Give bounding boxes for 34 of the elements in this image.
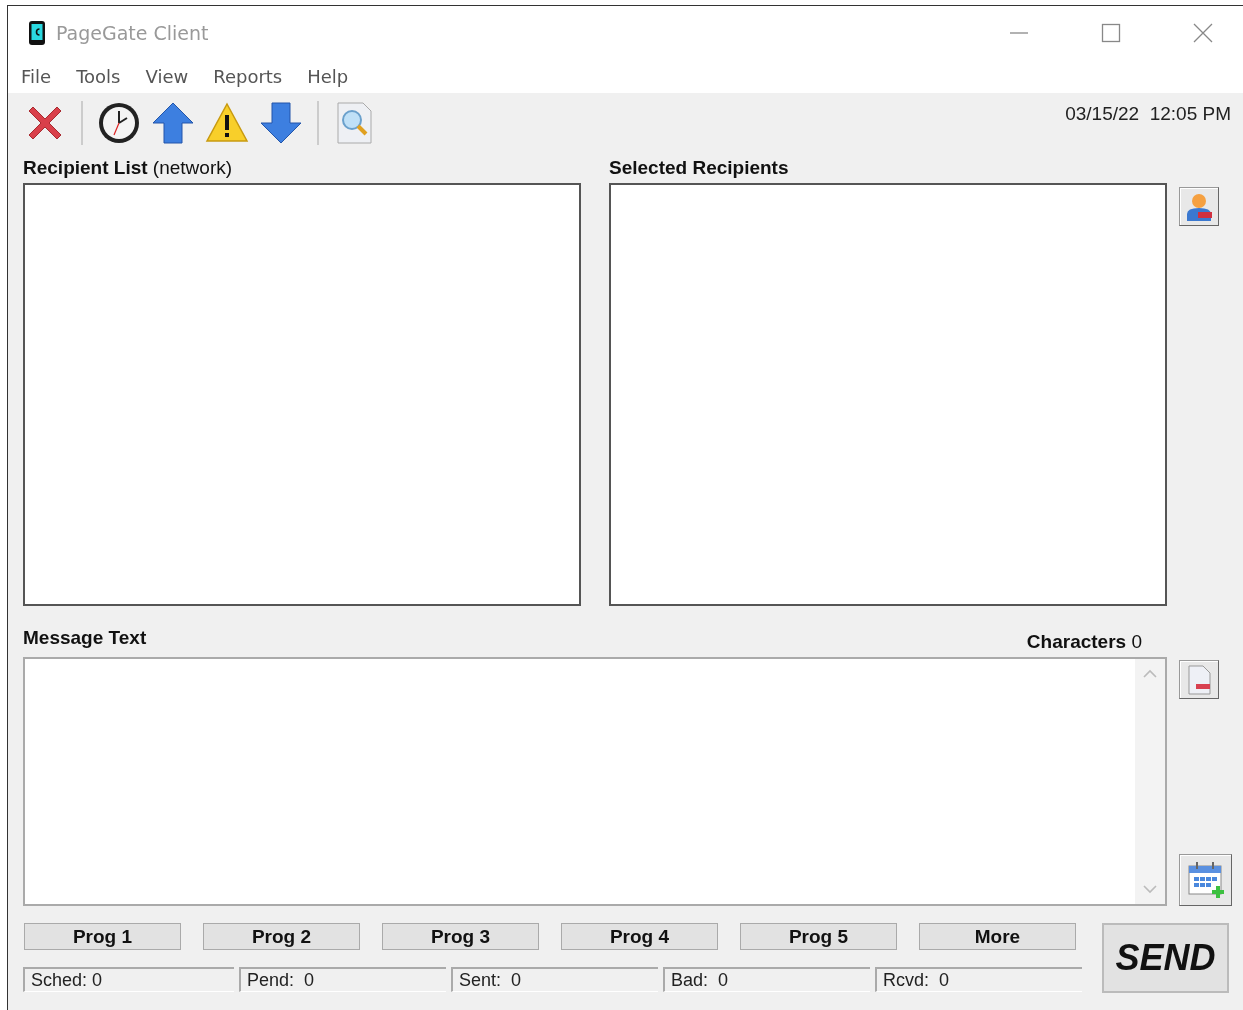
- program-button[interactable]: Prog 2: [203, 923, 360, 950]
- menu-item[interactable]: Tools: [76, 66, 121, 87]
- clock-icon[interactable]: [97, 101, 141, 145]
- recipient-list-heading: Recipient List (network): [23, 156, 234, 180]
- menu-item[interactable]: Help: [307, 66, 349, 87]
- send-button[interactable]: SEND: [1102, 923, 1229, 993]
- schedule-button[interactable]: [1179, 854, 1232, 906]
- status-field: Sent: 0: [451, 967, 658, 992]
- down-arrow-icon[interactable]: [259, 101, 303, 145]
- date-time: 03/15/22 12:05 PM: [1065, 103, 1231, 125]
- message-text-field[interactable]: [23, 657, 1167, 906]
- up-arrow-icon[interactable]: [151, 101, 195, 145]
- maximize-icon[interactable]: [1101, 23, 1121, 43]
- window-title: PageGate Client: [56, 22, 209, 44]
- status-field: Pend: 0: [239, 967, 446, 992]
- selected-recipients-heading: Selected Recipients: [609, 156, 790, 180]
- program-button[interactable]: Prog 4: [561, 923, 718, 950]
- status-field: Rcvd: 0: [875, 967, 1082, 992]
- status-field: Bad: 0: [663, 967, 870, 992]
- app-icon: [28, 20, 46, 46]
- remove-recipient-button[interactable]: [1179, 187, 1219, 226]
- program-button[interactable]: Prog 3: [382, 923, 539, 950]
- warning-icon[interactable]: [205, 101, 249, 145]
- message-text-heading: Message Text: [23, 626, 147, 650]
- program-button[interactable]: More: [919, 923, 1076, 950]
- clear-message-button[interactable]: [1179, 660, 1219, 699]
- menu-item[interactable]: View: [145, 66, 189, 87]
- menu-item[interactable]: File: [21, 66, 52, 87]
- status-field: Sched: 0: [23, 967, 234, 992]
- program-button[interactable]: Prog 5: [740, 923, 897, 950]
- character-count: Characters 0: [1026, 631, 1142, 653]
- program-button[interactable]: Prog 1: [24, 923, 181, 950]
- close-icon[interactable]: [1193, 23, 1213, 43]
- menu-item[interactable]: Reports: [213, 66, 283, 87]
